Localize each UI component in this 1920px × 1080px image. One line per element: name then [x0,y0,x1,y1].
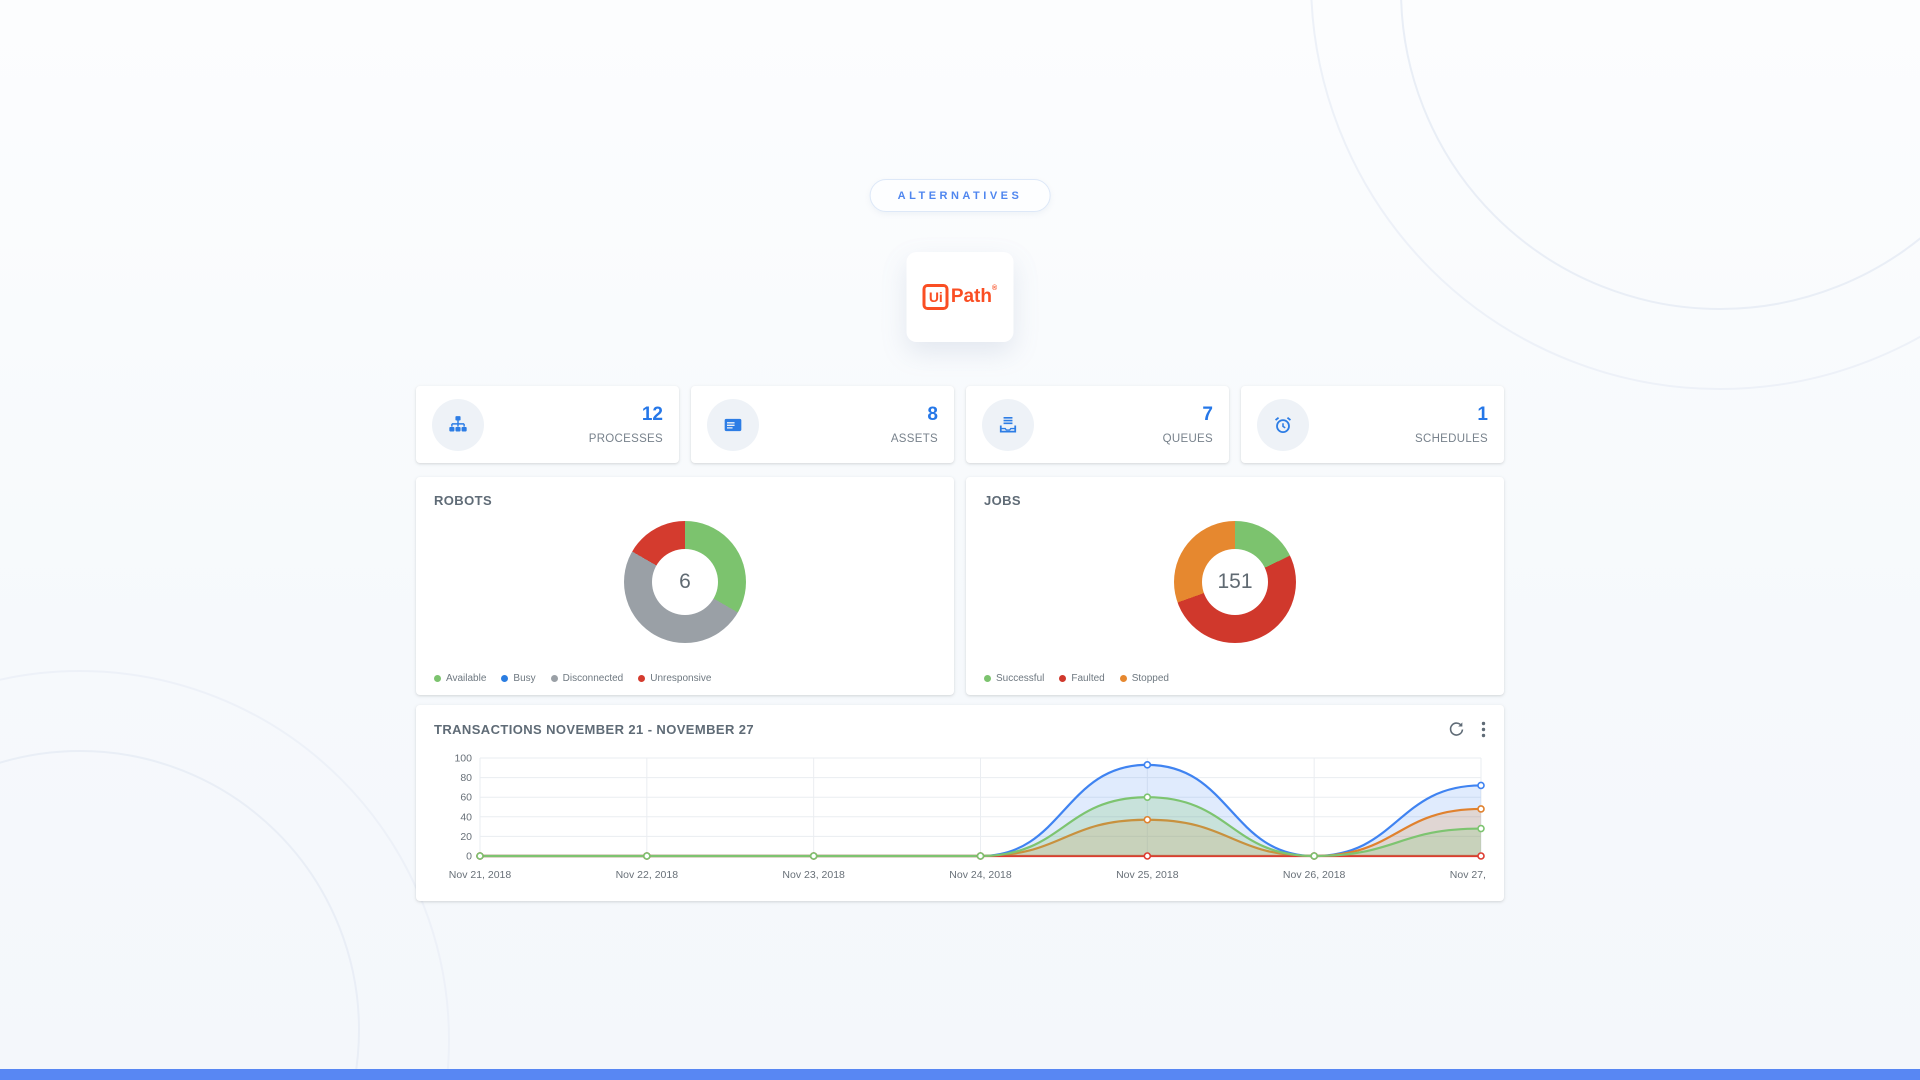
charts-row: ROBOTS 6 Available Busy Disconnected Unresp… [416,477,1504,695]
dashboard-page: ALTERNATIVES Ui Path ® [0,0,1920,1080]
uipath-logo: Ui Path ® [923,283,997,311]
stat-label: ASSETS [891,433,938,445]
alarm-clock-icon [1273,415,1293,435]
stat-text: 7 QUEUES [1163,404,1213,445]
stat-card-assets[interactable]: 8 ASSETS [691,386,954,463]
legend-item-available[interactable]: Available [434,673,486,684]
svg-text:Nov 25, 2018: Nov 25, 2018 [1116,869,1179,881]
queue-tray-icon [998,415,1018,435]
alternatives-badge[interactable]: ALTERNATIVES [870,179,1051,212]
stat-value: 12 [589,404,663,426]
asset-card-icon [723,415,743,435]
svg-text:Nov 24, 2018: Nov 24, 2018 [949,869,1012,881]
stats-row: 12 PROCESSES 8 ASSETS [416,386,1504,463]
uipath-path-text: Path [951,283,992,311]
svg-text:Nov 26, 2018: Nov 26, 2018 [1283,869,1346,881]
stat-icon-circle [982,399,1034,451]
stat-card-queues[interactable]: 7 QUEUES [966,386,1229,463]
robots-panel: ROBOTS 6 Available Busy Disconnected Unresp… [416,477,954,695]
transactions-title: TRANSACTIONS NOVEMBER 21 - NOVEMBER 27 [434,722,754,737]
robots-legend: Available Busy Disconnected Unresponsive [434,673,711,684]
stat-card-processes[interactable]: 12 PROCESSES [416,386,679,463]
jobs-panel: JOBS 151 Successful Faulted Stopped [966,477,1504,695]
legend-label: Disconnected [563,673,624,684]
robots-donut-chart[interactable]: 6 [624,521,746,643]
stat-label: PROCESSES [589,433,663,445]
refresh-icon[interactable] [1448,721,1465,738]
legend-label: Faulted [1071,673,1104,684]
legend-dot [1059,675,1066,682]
transactions-actions [1448,721,1486,738]
stat-value: 8 [891,404,938,426]
stat-value: 7 [1163,404,1213,426]
stat-text: 1 SCHEDULES [1415,404,1488,445]
robots-total: 6 [679,570,691,594]
decorative-ring [1310,0,1920,390]
svg-text:Nov 23, 2018: Nov 23, 2018 [782,869,845,881]
sitemap-icon [448,415,468,435]
legend-item-unresponsive[interactable]: Unresponsive [638,673,711,684]
legend-item-busy[interactable]: Busy [501,673,535,684]
jobs-donut-chart[interactable]: 151 [1174,521,1296,643]
transactions-chart-wrap: 0 20 40 60 80 100 Nov 21, 2018 Nov 22, 2018 Nov … [434,746,1486,897]
legend-item-successful[interactable]: Successful [984,673,1044,684]
legend-dot [1120,675,1127,682]
transactions-header: TRANSACTIONS NOVEMBER 21 - NOVEMBER 27 [434,705,1486,738]
svg-text:80: 80 [460,772,472,784]
transactions-line-chart: 0 20 40 60 80 100 Nov 21, 2018 Nov 22, 2018 Nov … [434,746,1486,892]
legend-label: Busy [513,673,535,684]
stat-text: 12 PROCESSES [589,404,663,445]
legend-item-disconnected[interactable]: Disconnected [551,673,624,684]
svg-text:Nov 22, 2018: Nov 22, 2018 [616,869,679,881]
registered-mark: ® [992,285,997,292]
jobs-donut-hole: 151 [1202,549,1268,615]
legend-label: Unresponsive [650,673,711,684]
stat-card-schedules[interactable]: 1 SCHEDULES [1241,386,1504,463]
svg-text:60: 60 [460,792,472,804]
svg-text:Nov 27, 2018: Nov 27, 2018 [1450,869,1486,881]
legend-dot [551,675,558,682]
jobs-total: 151 [1217,570,1252,594]
legend-label: Stopped [1132,673,1169,684]
stat-label: SCHEDULES [1415,433,1488,445]
legend-dot [638,675,645,682]
alternatives-badge-label: ALTERNATIVES [898,190,1023,202]
legend-label: Successful [996,673,1044,684]
transactions-panel: TRANSACTIONS NOVEMBER 21 - NOVEMBER 27 [416,705,1504,901]
legend-item-stopped[interactable]: Stopped [1120,673,1169,684]
svg-text:Nov 21, 2018: Nov 21, 2018 [449,869,512,881]
uipath-logo-card[interactable]: Ui Path ® [907,252,1014,342]
stat-icon-circle [432,399,484,451]
legend-item-faulted[interactable]: Faulted [1059,673,1104,684]
bottom-accent-bar [0,1069,1920,1080]
svg-text:40: 40 [460,811,472,823]
robots-panel-title: ROBOTS [434,493,936,508]
legend-label: Available [446,673,486,684]
jobs-panel-title: JOBS [984,493,1486,508]
stat-value: 1 [1415,404,1488,426]
kebab-menu-icon[interactable] [1481,721,1486,738]
stat-text: 8 ASSETS [891,404,938,445]
stat-icon-circle [1257,399,1309,451]
jobs-legend: Successful Faulted Stopped [984,673,1169,684]
robots-donut-hole: 6 [652,549,718,615]
legend-dot [501,675,508,682]
dashboard-content: 12 PROCESSES 8 ASSETS [416,386,1504,901]
decorative-ring [0,670,450,1080]
svg-text:0: 0 [466,851,472,863]
svg-text:20: 20 [460,831,472,843]
stat-label: QUEUES [1163,433,1213,445]
stat-icon-circle [707,399,759,451]
legend-dot [434,675,441,682]
uipath-ui-box: Ui [923,284,949,310]
legend-dot [984,675,991,682]
svg-text:100: 100 [454,753,472,765]
